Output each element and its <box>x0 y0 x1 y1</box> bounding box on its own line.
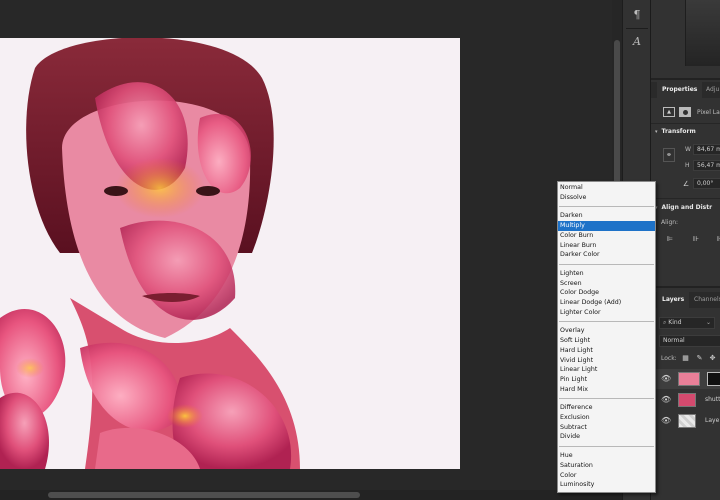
align-label: Align: <box>661 219 679 226</box>
right-dock: Properties Adju ▲ Pixel Lay ▾Transform ⚭… <box>650 0 720 500</box>
blend-mode-option[interactable]: Saturation <box>558 461 655 471</box>
divider <box>651 198 720 199</box>
chevron-down-icon: ▾ <box>655 129 658 135</box>
character-panel-button[interactable]: A <box>627 31 647 51</box>
blend-mode-option[interactable]: Overlay <box>558 326 655 336</box>
align-left-icon[interactable]: ⊫ <box>665 234 675 244</box>
layer-name[interactable]: shutt <box>705 396 720 403</box>
blend-mode-option[interactable]: Difference <box>558 403 655 413</box>
tab-channels[interactable]: Channels <box>689 292 720 308</box>
blend-mode-option[interactable]: Hue <box>558 451 655 461</box>
align-center-icon[interactable]: ⊪ <box>691 234 701 244</box>
blend-mode-option[interactable]: Luminosity <box>558 480 655 490</box>
height-field[interactable]: 56,47 m <box>693 160 720 171</box>
image-icon[interactable]: ▲ <box>663 107 675 117</box>
search-icon: ⌕ <box>663 319 667 326</box>
blend-mode-option[interactable]: Hard Light <box>558 346 655 356</box>
menu-separator <box>559 263 654 265</box>
canvas-area[interactable] <box>0 0 612 490</box>
blend-mode-option[interactable]: Darken <box>558 211 655 221</box>
transform-section-header[interactable]: ▾ Transform <box>655 128 696 135</box>
chevron-down-icon: ⌄ <box>705 319 711 326</box>
blend-mode-option[interactable]: Darker Color <box>558 250 655 260</box>
align-section-header[interactable]: ▾ Align and Distr <box>655 204 712 211</box>
panel-divider <box>651 78 720 80</box>
blend-mode-option[interactable]: Linear Light <box>558 365 655 375</box>
blend-mode-option[interactable]: Normal <box>558 183 655 193</box>
width-label: W <box>685 146 691 153</box>
blend-mode-option[interactable]: Color <box>558 471 655 481</box>
layer-name[interactable]: Laye <box>705 417 719 424</box>
blend-mode-option[interactable]: Soft Light <box>558 336 655 346</box>
blend-mode-option[interactable]: Divide <box>558 432 655 442</box>
blend-mode-option[interactable]: Subtract <box>558 423 655 433</box>
angle-icon: ∠ <box>682 180 690 188</box>
menu-separator <box>559 398 654 400</box>
blend-mode-option[interactable]: Hard Mix <box>558 385 655 395</box>
layer-row[interactable]: 👁 Laye <box>651 411 720 431</box>
divider <box>651 123 720 124</box>
blend-mode-option[interactable]: Linear Burn <box>558 241 655 251</box>
tab-layers[interactable]: Layers <box>657 292 690 308</box>
menu-separator <box>559 206 654 208</box>
blend-mode-select[interactable]: Normal <box>659 335 720 347</box>
canvas-horizontal-scrollbar[interactable] <box>0 490 652 500</box>
eye-icon[interactable]: 👁 <box>661 395 671 405</box>
menu-separator <box>559 446 654 448</box>
strip-divider <box>626 28 648 29</box>
layer-filter-select[interactable]: ⌕ Kind ⌄ <box>659 317 715 329</box>
layer-mask-thumbnail[interactable] <box>707 372 720 386</box>
filter-kind-value: Kind <box>668 319 682 326</box>
blend-mode-option[interactable]: Lighten <box>558 269 655 279</box>
blend-mode-option[interactable]: Vivid Light <box>558 356 655 366</box>
transform-title: Transform <box>661 128 696 135</box>
paragraph-panel-button[interactable]: ¶ <box>627 4 647 24</box>
blend-mode-option[interactable]: Pin Light <box>558 375 655 385</box>
blend-mode-dropdown-menu[interactable]: Normal Dissolve Darken Multiply Color Burn Li… <box>557 181 656 493</box>
double-exposure-artwork <box>0 38 460 469</box>
blend-mode-option[interactable]: Color Burn <box>558 231 655 241</box>
link-chain-icon[interactable]: ⚭ <box>663 148 675 162</box>
paragraph-icon: ¶ <box>633 7 641 21</box>
layer-row[interactable]: 👁 shutt <box>651 390 720 410</box>
layer-thumbnail <box>678 414 696 428</box>
width-field[interactable]: 84,67 m <box>693 144 720 155</box>
lock-label: Lock: <box>661 355 677 362</box>
layer-row[interactable]: 👁 <box>651 369 720 389</box>
layer-type-label: Pixel Lay <box>697 109 720 116</box>
panel-divider <box>651 286 720 288</box>
character-icon: A <box>633 34 641 48</box>
blend-mode-option[interactable]: Exclusion <box>558 413 655 423</box>
blend-mode-option[interactable]: Linear Dodge (Add) <box>558 298 655 308</box>
eye-icon[interactable]: 👁 <box>661 416 671 426</box>
mask-icon[interactable] <box>679 107 691 117</box>
align-title: Align and Distr <box>661 204 713 211</box>
layer-thumbnail <box>678 393 696 407</box>
eye-icon[interactable]: 👁 <box>661 374 671 384</box>
layer-thumbnail <box>678 372 700 386</box>
blend-mode-option[interactable]: Color Dodge <box>558 288 655 298</box>
tab-properties[interactable]: Properties <box>657 82 703 98</box>
height-label: H <box>685 162 690 169</box>
color-picker-field[interactable] <box>685 0 720 66</box>
align-right-icon[interactable]: ⊩ <box>715 234 720 244</box>
blend-mode-option[interactable]: Multiply <box>558 221 655 232</box>
lock-transparent-icon[interactable]: ▦ <box>681 353 690 362</box>
blend-mode-option[interactable]: Screen <box>558 279 655 289</box>
lock-position-icon[interactable]: ✥ <box>708 353 717 362</box>
lock-paint-icon[interactable]: ✎ <box>695 353 704 362</box>
scroll-thumb[interactable] <box>48 492 360 498</box>
angle-field[interactable]: 0,00° <box>693 178 720 189</box>
layers-tab-bar: Layers Channels <box>651 292 720 308</box>
tab-adjustments[interactable]: Adju <box>701 82 720 98</box>
blend-mode-option[interactable]: Dissolve <box>558 193 655 203</box>
properties-tab-bar: Properties Adju <box>651 82 720 98</box>
blend-mode-option[interactable]: Lighter Color <box>558 308 655 318</box>
menu-separator <box>559 321 654 323</box>
document-canvas[interactable] <box>0 38 460 469</box>
